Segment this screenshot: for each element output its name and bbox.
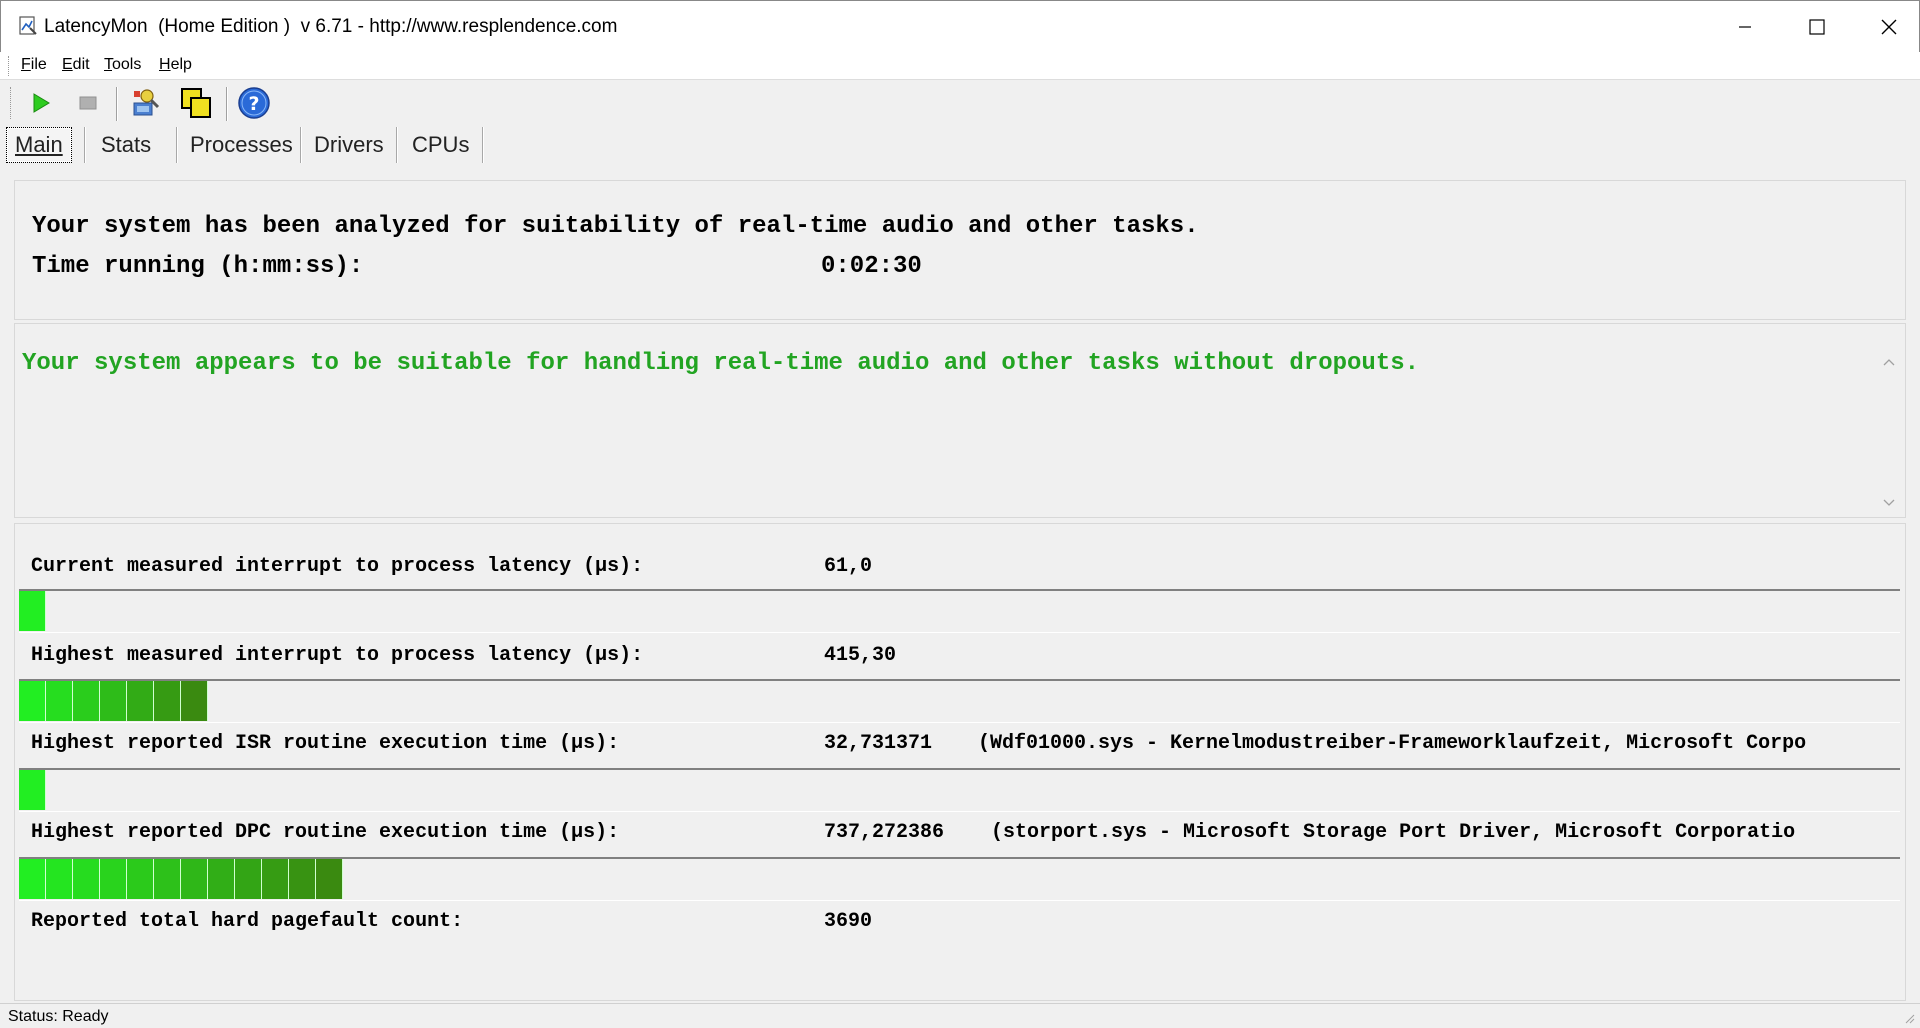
bar-segment xyxy=(19,859,46,899)
tab-strip: Main Stats Processes Drivers CPUs xyxy=(0,125,1920,165)
bar-segment xyxy=(19,770,46,810)
bar-segment xyxy=(73,681,100,721)
driver-search-button[interactable] xyxy=(128,85,164,121)
bar-segment xyxy=(208,859,235,899)
menu-grip xyxy=(8,56,11,76)
menu-help[interactable]: Help xyxy=(159,56,192,74)
bar-segment xyxy=(127,859,154,899)
tab-main[interactable]: Main xyxy=(6,127,72,163)
status-text: Status: Ready xyxy=(8,1008,109,1025)
status-bar: Status: Ready xyxy=(0,1003,1920,1028)
stop-button[interactable] xyxy=(70,85,106,121)
start-button[interactable] xyxy=(22,85,58,121)
bar-segment xyxy=(19,681,46,721)
svg-text:?: ? xyxy=(248,93,259,115)
help-button[interactable]: ? xyxy=(236,85,272,121)
metric-value: 415,30 xyxy=(824,644,897,667)
driver-search-icon xyxy=(133,89,160,116)
bar-segment xyxy=(154,681,181,721)
scroll-up-icon[interactable] xyxy=(1881,355,1897,371)
tab-separator xyxy=(482,127,484,163)
window-title: LatencyMon (Home Edition ) v 6.71 - http… xyxy=(44,16,618,37)
menu-bar: File Edit Tools Help xyxy=(0,52,1920,80)
menu-tools[interactable]: Tools xyxy=(104,56,141,74)
dpc-driver-detail: (storport.sys - Microsoft Storage Port D… xyxy=(991,821,1796,844)
bar-segment xyxy=(181,859,208,899)
latency-bar xyxy=(19,679,1900,723)
stop-icon xyxy=(79,96,97,110)
latency-bar xyxy=(19,589,1900,633)
cpu-windows-button[interactable] xyxy=(178,85,214,121)
title-bar: LatencyMon (Home Edition ) v 6.71 - http… xyxy=(0,0,1920,52)
toolbar-grip xyxy=(10,87,13,119)
latency-bar xyxy=(19,768,1900,812)
analysis-text: Your system has been analyzed for suitab… xyxy=(32,213,1199,240)
bar-segment xyxy=(73,859,100,899)
bar-segment xyxy=(181,681,208,721)
bar-segment xyxy=(262,859,289,899)
app-icon xyxy=(19,16,37,35)
bar-segment xyxy=(46,681,73,721)
close-button[interactable] xyxy=(1853,1,1920,53)
bar-segment xyxy=(289,859,316,899)
bar-segment xyxy=(154,859,181,899)
latency-bar xyxy=(19,857,1900,901)
metric-value: 32,731371 xyxy=(824,732,933,755)
tab-drivers[interactable]: Drivers xyxy=(306,127,392,163)
tab-separator xyxy=(396,127,398,163)
resize-grip-icon[interactable] xyxy=(1902,1011,1916,1025)
bar-fill xyxy=(19,591,46,631)
bar-segment xyxy=(127,681,154,721)
scroll-down-icon[interactable] xyxy=(1881,494,1897,510)
close-icon xyxy=(1881,19,1897,35)
tab-cpus[interactable]: CPUs xyxy=(404,127,477,163)
menu-edit[interactable]: Edit xyxy=(62,56,90,74)
toolbar-separator xyxy=(226,87,228,121)
bar-segment xyxy=(46,859,73,899)
metric-value: 3690 xyxy=(824,910,873,933)
help-icon: ? xyxy=(238,87,270,119)
bar-segment xyxy=(100,859,127,899)
summary-panel: Your system has been analyzed for suitab… xyxy=(14,180,1906,320)
minimize-icon xyxy=(1739,26,1751,28)
metric-label: Current measured interrupt to process la… xyxy=(31,555,644,578)
maximize-icon xyxy=(1809,19,1825,35)
tab-processes[interactable]: Processes xyxy=(182,127,301,163)
bar-fill xyxy=(19,681,208,721)
metric-value: 61,0 xyxy=(824,555,873,578)
bar-fill xyxy=(19,859,343,899)
verdict-panel: Your system appears to be suitable for h… xyxy=(14,323,1906,518)
cpu-windows-icon xyxy=(181,88,211,118)
metric-label: Highest measured interrupt to process la… xyxy=(31,644,644,667)
verdict-message: Your system appears to be suitable for h… xyxy=(22,350,1420,377)
tab-stats[interactable]: Stats xyxy=(93,127,159,163)
play-icon xyxy=(33,93,50,113)
time-running-label: Time running (h:mm:ss): xyxy=(32,253,364,280)
minimize-button[interactable] xyxy=(1709,1,1781,53)
bar-segment xyxy=(19,591,46,631)
bar-segment xyxy=(235,859,262,899)
menu-file[interactable]: File xyxy=(21,56,47,74)
toolbar: ? xyxy=(0,81,1920,125)
isr-driver-detail: (Wdf01000.sys - Kernelmodustreiber-Frame… xyxy=(978,732,1807,755)
tab-separator xyxy=(84,127,86,163)
maximize-button[interactable] xyxy=(1781,1,1853,53)
bar-fill xyxy=(19,770,46,810)
metric-label: Highest reported ISR routine execution t… xyxy=(31,732,620,755)
metric-label: Highest reported DPC routine execution t… xyxy=(31,821,620,844)
time-running-value: 0:02:30 xyxy=(821,253,922,280)
bar-segment xyxy=(100,681,127,721)
tab-separator xyxy=(176,127,178,163)
metric-label: Reported total hard pagefault count: xyxy=(31,910,464,933)
metrics-panel: Current measured interrupt to process la… xyxy=(14,523,1906,1001)
metric-value: 737,272386 xyxy=(824,821,945,844)
bar-segment xyxy=(316,859,343,899)
tab-separator xyxy=(300,127,302,163)
toolbar-separator xyxy=(116,87,118,121)
